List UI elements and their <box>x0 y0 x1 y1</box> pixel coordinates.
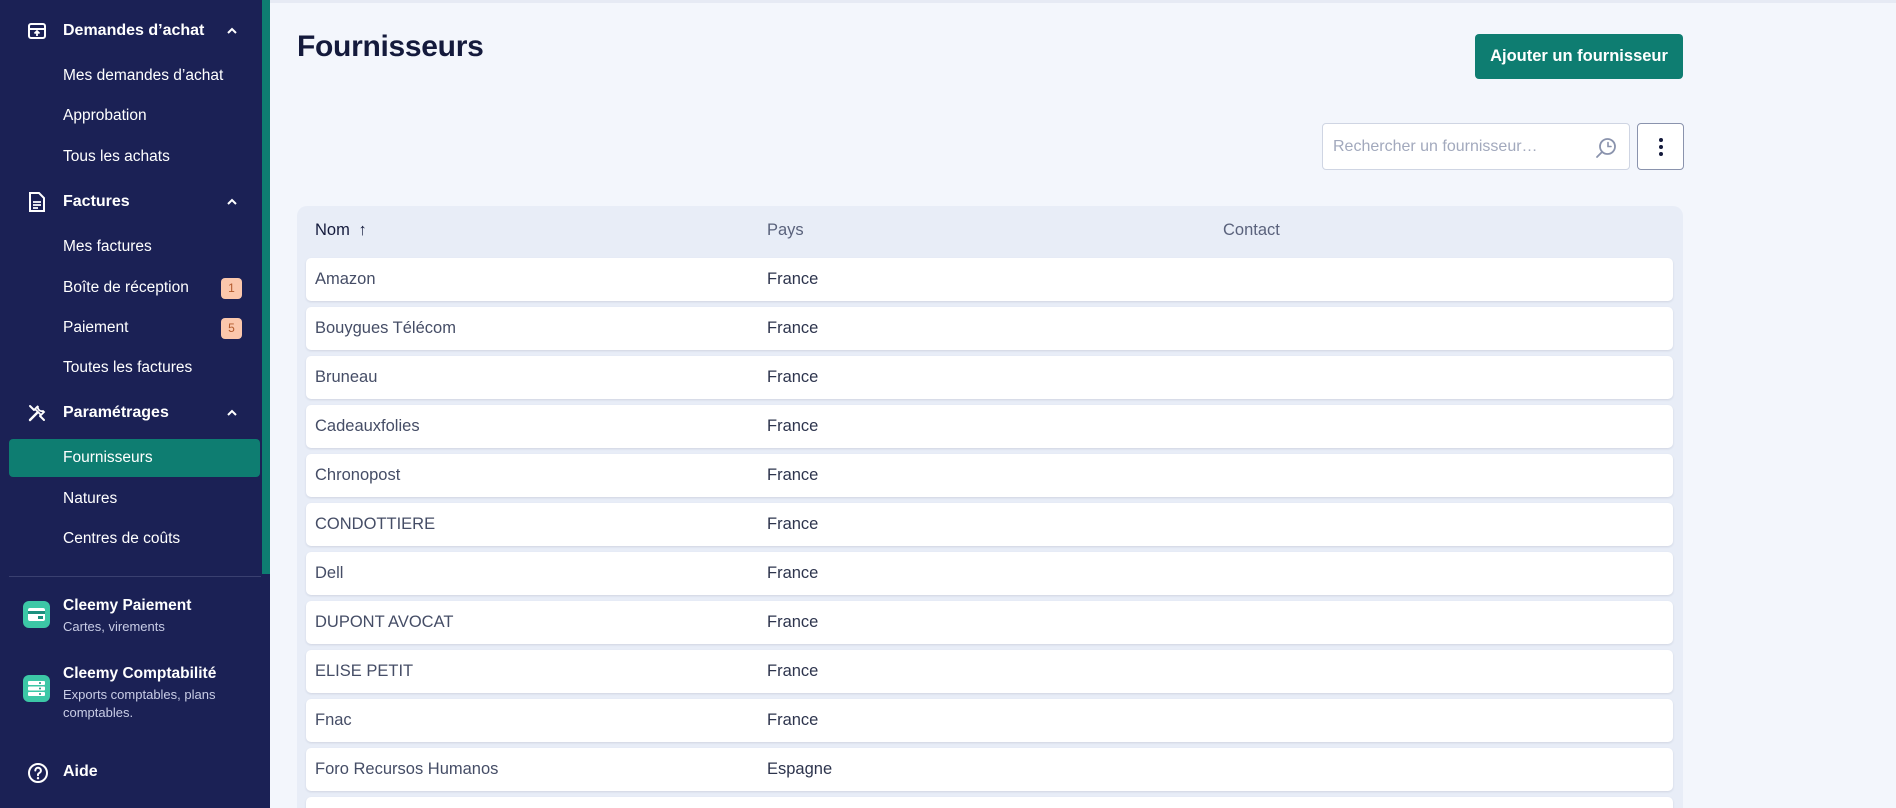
cell-nom: DUPONT AVOCAT <box>315 613 454 631</box>
sidebar-item-label: Fournisseurs <box>63 449 153 466</box>
purchase-box-icon <box>26 20 48 42</box>
cell-pays: France <box>767 270 819 288</box>
more-options-button[interactable] <box>1637 123 1684 170</box>
cell-nom: CONDOTTIERE <box>315 515 436 533</box>
cell-pays: France <box>767 613 819 631</box>
cell-pays: France <box>767 466 819 484</box>
sidebar-item-label: Paiement <box>63 319 129 336</box>
chevron-up-icon[interactable] <box>225 195 239 209</box>
cell-pays: France <box>767 662 819 680</box>
section-label: Paramétrages <box>63 404 169 421</box>
table-row[interactable]: Cadeauxfolies France <box>306 405 1673 448</box>
search-icon[interactable] <box>1594 136 1618 160</box>
sidebar-item-label: Mes demandes d’achat <box>63 67 224 84</box>
sidebar-item-paiement[interactable]: Paiement 5 <box>9 309 260 347</box>
sidebar-item-label: Tous les achats <box>63 148 170 165</box>
help-circle-icon <box>28 763 48 783</box>
section-parametrages[interactable]: Paramétrages <box>0 396 262 430</box>
sidebar-nav: Demandes d’achat Mes demandes d’achat Ap… <box>0 0 270 575</box>
section-label: Factures <box>63 193 130 210</box>
section-factures[interactable]: Factures <box>0 185 262 219</box>
column-header-nom[interactable]: Nom ↑ <box>315 221 367 240</box>
table-row[interactable]: ELISE PETIT France <box>306 650 1673 693</box>
payment-card-icon <box>23 601 50 628</box>
sidebar-item-mes-demandes[interactable]: Mes demandes d’achat <box>9 57 260 95</box>
table-row[interactable]: Chronopost France <box>306 454 1673 497</box>
sidebar-item-label: Boîte de réception <box>63 279 189 296</box>
table-row[interactable]: CONDOTTIERE France <box>306 503 1673 546</box>
sidebar-item-fournisseurs[interactable]: Fournisseurs <box>9 439 260 477</box>
cell-nom: Amazon <box>315 270 376 288</box>
sidebar-item-label: Natures <box>63 490 118 507</box>
app-title: Cleemy Comptabilité <box>63 665 217 682</box>
cell-nom: Fnac <box>315 711 352 729</box>
sidebar-scrollbar[interactable] <box>262 0 270 574</box>
add-supplier-button[interactable]: Ajouter un fournisseur <box>1475 34 1683 79</box>
sidebar-item-natures[interactable]: Natures <box>9 480 260 518</box>
app-subtitle: Exports comptables, plans comptables. <box>63 687 216 720</box>
cell-nom: Bouygues Télécom <box>315 319 456 337</box>
tools-icon <box>26 402 48 424</box>
cell-pays: France <box>767 417 819 435</box>
cell-pays: France <box>767 319 819 337</box>
sidebar-item-boite-reception[interactable]: Boîte de réception 1 <box>9 269 260 307</box>
sidebar-item-label: Approbation <box>63 107 147 124</box>
app-cleemy-paiement[interactable]: Cleemy Paiement Cartes, virements <box>0 597 262 637</box>
column-header-pays[interactable]: Pays <box>767 221 804 240</box>
app-title: Cleemy Paiement <box>63 597 192 614</box>
count-badge: 1 <box>221 277 242 299</box>
suppliers-table: Nom ↑ Pays Contact Amazon France Bouygues… <box>297 206 1683 808</box>
table-row[interactable]: Dell France <box>306 552 1673 595</box>
top-border <box>270 0 1896 3</box>
cell-nom: Chronopost <box>315 466 401 484</box>
table-row[interactable] <box>306 797 1673 808</box>
sidebar-divider <box>9 576 261 577</box>
sidebar-item-centres-couts[interactable]: Centres de coûts <box>9 520 260 558</box>
table-row[interactable]: Bruneau France <box>306 356 1673 399</box>
cell-nom: Cadeauxfolies <box>315 417 420 435</box>
page-title: Fournisseurs <box>297 30 484 63</box>
cell-pays: France <box>767 515 819 533</box>
cell-nom: ELISE PETIT <box>315 662 414 680</box>
cell-nom: Foro Recursos Humanos <box>315 760 499 778</box>
cell-pays: France <box>767 564 819 582</box>
app-cleemy-comptabilite[interactable]: Cleemy Comptabilité Exports comptables, … <box>0 665 262 725</box>
invoice-icon <box>26 191 48 213</box>
sort-ascending-icon: ↑ <box>358 221 367 239</box>
table-row[interactable]: Foro Recursos Humanos Espagne <box>306 748 1673 791</box>
table-row[interactable]: Bouygues Télécom France <box>306 307 1673 350</box>
table-row[interactable]: DUPONT AVOCAT France <box>306 601 1673 644</box>
kebab-menu-icon <box>1658 137 1663 156</box>
chevron-up-icon[interactable] <box>225 406 239 420</box>
table-row[interactable]: Amazon France <box>306 258 1673 301</box>
section-demandes-achat[interactable]: Demandes d’achat <box>0 14 262 48</box>
search-input[interactable] <box>1333 136 1583 158</box>
sidebar-item-label: Centres de coûts <box>63 530 181 547</box>
sidebar-item-label: Mes factures <box>63 238 152 255</box>
sidebar-item-approbation[interactable]: Approbation <box>9 97 260 135</box>
column-header-label: Nom <box>315 221 350 239</box>
sidebar-item-toutes-factures[interactable]: Toutes les factures <box>9 349 260 387</box>
app-subtitle: Cartes, virements <box>63 619 165 634</box>
cell-nom: Bruneau <box>315 368 378 386</box>
cell-pays: Espagne <box>767 760 833 778</box>
count-badge: 5 <box>221 317 242 339</box>
cell-pays: France <box>767 711 819 729</box>
accounting-icon <box>23 675 50 702</box>
search-box <box>1322 123 1630 170</box>
table-row[interactable]: Fnac France <box>306 699 1673 742</box>
help-link[interactable]: Aide <box>0 760 262 786</box>
chevron-up-icon[interactable] <box>225 24 239 38</box>
help-label: Aide <box>63 763 98 780</box>
sidebar: Demandes d’achat Mes demandes d’achat Ap… <box>0 0 270 808</box>
sidebar-item-mes-factures[interactable]: Mes factures <box>9 228 260 266</box>
cell-pays: France <box>767 368 819 386</box>
cell-nom: Dell <box>315 564 344 582</box>
section-label: Demandes d’achat <box>63 22 205 39</box>
sidebar-item-label: Toutes les factures <box>63 359 193 376</box>
sidebar-item-tous-achats[interactable]: Tous les achats <box>9 138 260 176</box>
column-header-contact[interactable]: Contact <box>1223 221 1280 240</box>
